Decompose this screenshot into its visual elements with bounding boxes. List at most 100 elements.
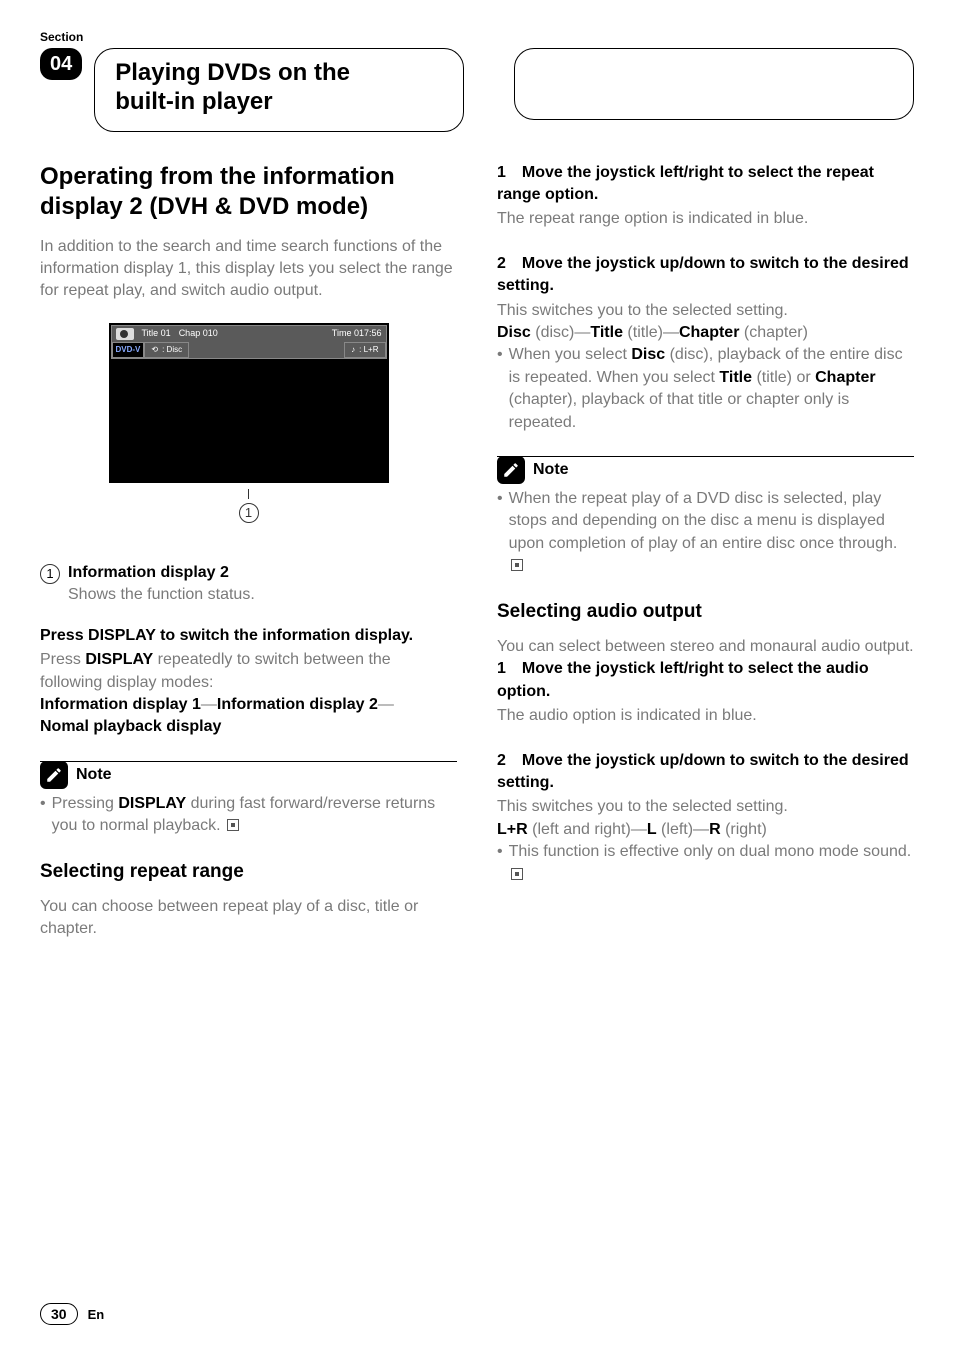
b-post: (chapter), playback of that title or cha… (509, 391, 850, 430)
end-square-icon (511, 868, 523, 880)
opt-chapter: Chapter (679, 324, 739, 341)
audio-step1-body: The audio option is indicated in blue. (497, 705, 914, 727)
h2-line1: Operating from the information (40, 163, 395, 190)
repeat-bullet: • When you select Disc (disc), playback … (497, 344, 914, 434)
left-column: Operating from the information display 2… (40, 162, 457, 941)
page-number: 30 (40, 1303, 78, 1325)
display-title: Title 01 (142, 327, 171, 340)
right-column: 1 Move the joystick left/right to select… (497, 162, 914, 941)
aopt-l-p: (left)— (657, 821, 709, 838)
dvdv-tag: DVD-V (112, 342, 145, 358)
audio-bullet: • This function is effective only on dua… (497, 841, 914, 886)
note-label: Note (76, 764, 112, 786)
opt-disc: Disc (497, 324, 531, 341)
b-pre: When you select (509, 346, 632, 363)
bullet-dot: • (497, 841, 503, 886)
definition-desc: Shows the function status. (68, 584, 255, 606)
repeat-options: Disc (disc)—Title (title)—Chapter (chapt… (497, 322, 914, 344)
definition-row: 1 Information display 2 Shows the functi… (40, 562, 457, 607)
note-text-2: When the repeat play of a DVD disc is se… (509, 488, 914, 578)
note-bullet: • Pressing DISPLAY during fast forward/r… (40, 793, 457, 838)
bullet-dot: • (497, 344, 503, 434)
note-bullet-2: • When the repeat play of a DVD disc is … (497, 488, 914, 578)
repeat-range-heading: Selecting repeat range (40, 859, 457, 886)
repeat-range-intro: You can choose between repeat play of a … (40, 896, 457, 941)
language-code: En (88, 1307, 105, 1322)
page-title-line2: built-in player (115, 88, 272, 115)
intro-paragraph: In addition to the search and time searc… (40, 236, 457, 303)
header-row: 04 Playing DVDs on the built-in player (40, 48, 914, 132)
opt-disc-paren: (disc)— (531, 324, 591, 341)
audio-cell: ♪ : L+R (344, 342, 385, 358)
h2-line2: display 2 (DVH & DVD mode) (40, 193, 368, 220)
audio-icon: ♪ (351, 344, 355, 355)
audio-step1-heading: 1 Move the joystick left/right to select… (497, 658, 914, 703)
repeat-icon: ⟲ (151, 344, 158, 355)
aopt-r: R (709, 821, 721, 838)
repeat-label: : Disc (162, 344, 182, 355)
audio-output-heading: Selecting audio output (497, 599, 914, 626)
press-bold: DISPLAY (85, 651, 153, 668)
b-mid2: (title) or (752, 369, 815, 386)
end-square-icon (511, 559, 523, 571)
callout-line: 1 (109, 489, 389, 524)
audio-step2-heading: 2 Move the joystick up/down to switch to… (497, 750, 914, 795)
audio-label: : L+R (359, 344, 378, 355)
display-time: Time 017:56 (332, 327, 382, 340)
chapter-badge: 04 (40, 48, 82, 80)
page-title-line1: Playing DVDs on the (115, 59, 350, 86)
title-box: Playing DVDs on the built-in player (94, 48, 464, 132)
info-bar: Title 01 Chap 010 Time 017:56 DVD-V ⟲ : … (111, 325, 387, 359)
section-heading: Operating from the information display 2… (40, 162, 457, 222)
note-pre: Pressing (52, 795, 119, 812)
b-disc: Disc (631, 346, 665, 363)
empty-title-box (514, 48, 914, 120)
note-bold: DISPLAY (118, 795, 186, 812)
aopt-lr-p: (left and right)— (528, 821, 647, 838)
audio-output-intro: You can select between stereo and monaur… (497, 636, 914, 658)
disc-icon (116, 328, 134, 340)
audio-options: L+R (left and right)—L (left)—R (right) (497, 819, 914, 841)
page-title: Playing DVDs on the built-in player (115, 59, 443, 117)
audio-step2-body: This switches you to the selected settin… (497, 796, 914, 818)
aopt-r-p: (right) (721, 821, 767, 838)
end-square-icon (227, 819, 239, 831)
definition-number: 1 (40, 564, 60, 584)
display-screen: Title 01 Chap 010 Time 017:56 DVD-V ⟲ : … (109, 323, 389, 483)
opt-title-paren: (title)— (623, 324, 679, 341)
repeat-bullet-text: When you select Disc (disc), playback of… (509, 344, 914, 434)
section-label: Section (40, 30, 914, 44)
footer: 30 En (40, 1303, 104, 1325)
audio-bullet-text: This function is effective only on dual … (509, 841, 914, 886)
pencil-icon (497, 456, 525, 484)
repeat-step2-body1: This switches you to the selected settin… (497, 300, 914, 322)
bullet-dot: • (40, 793, 46, 838)
pencil-icon (40, 761, 68, 789)
aopt-l: L (647, 821, 657, 838)
aopt-lr: L+R (497, 821, 528, 838)
display-figure: Title 01 Chap 010 Time 017:56 DVD-V ⟲ : … (109, 323, 389, 524)
opt-chap-paren: (chapter) (739, 324, 807, 341)
press-display-heading: Press DISPLAY to switch the information … (40, 625, 457, 647)
note-header: Note (40, 761, 457, 789)
note2-body: When the repeat play of a DVD disc is se… (509, 490, 898, 552)
repeat-cell: ⟲ : Disc (144, 342, 189, 358)
b-title: Title (719, 369, 752, 386)
mode3: Nomal playback display (40, 718, 221, 735)
sep2: — (378, 696, 394, 713)
mode2: Information display 2 (217, 696, 378, 713)
opt-title: Title (590, 324, 623, 341)
display-modes: Information display 1—Information displa… (40, 694, 457, 739)
display-chap: Chap 010 (179, 327, 218, 340)
bullet-dot: • (497, 488, 503, 578)
sep1: — (201, 696, 217, 713)
repeat-step1-body: The repeat range option is indicated in … (497, 208, 914, 230)
press-pre: Press (40, 651, 85, 668)
b-chapter: Chapter (815, 369, 875, 386)
repeat-step1-heading: 1 Move the joystick left/right to select… (497, 162, 914, 207)
repeat-step2-heading: 2 Move the joystick up/down to switch to… (497, 253, 914, 298)
abullet-body: This function is effective only on dual … (509, 843, 912, 860)
note-label-2: Note (533, 459, 569, 481)
note-header-2: Note (497, 456, 914, 484)
press-display-body: Press DISPLAY repeatedly to switch betwe… (40, 649, 457, 694)
